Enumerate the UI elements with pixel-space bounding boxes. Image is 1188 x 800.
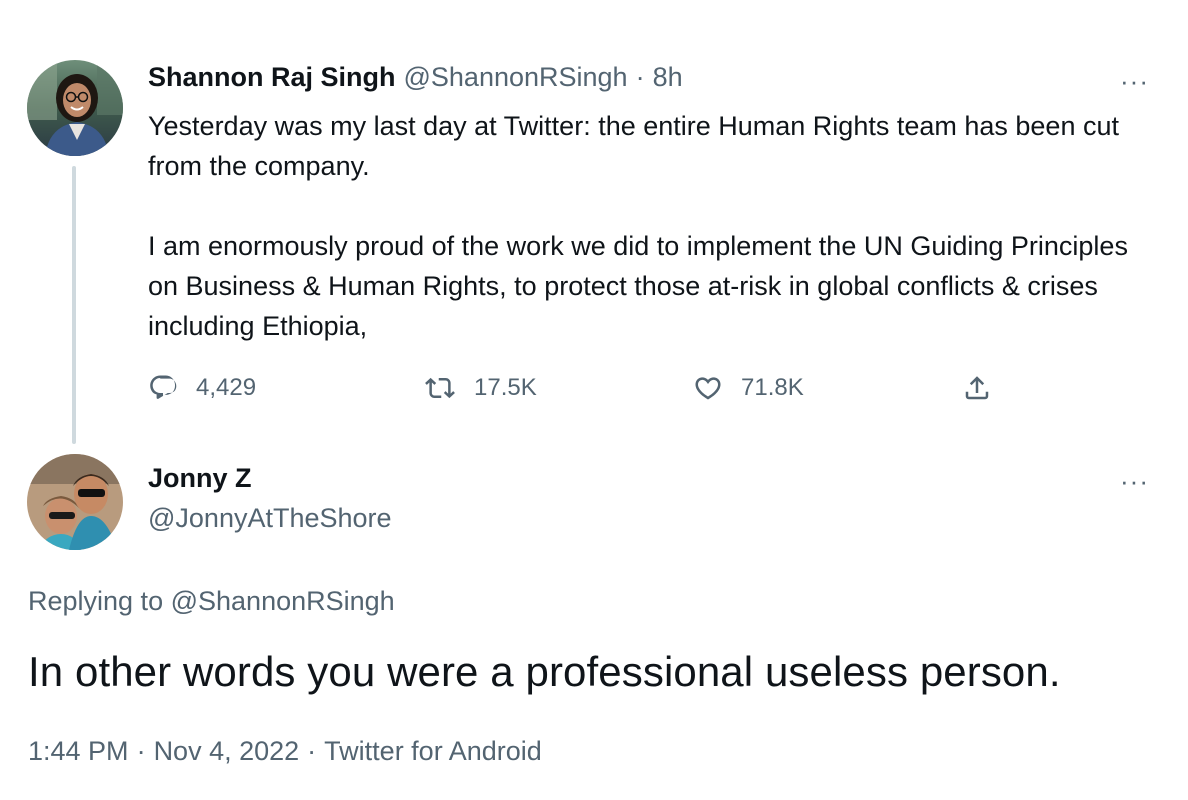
retweet-action[interactable]: 17.5K xyxy=(424,370,537,406)
author-handle[interactable]: @ShannonRSingh xyxy=(404,62,628,93)
replying-to-line: Replying to @ShannonRSingh xyxy=(28,586,395,617)
reply-date[interactable]: Nov 4, 2022 xyxy=(154,736,300,767)
avatar-jonny[interactable] xyxy=(27,454,123,550)
reply-meta-line: 1:44 PM · Nov 4, 2022 · Twitter for Andr… xyxy=(28,736,542,767)
original-tweet-header: Shannon Raj Singh @ShannonRSingh · 8h xyxy=(148,62,683,98)
author-name[interactable]: Shannon Raj Singh xyxy=(148,62,396,93)
meta-separator: · xyxy=(136,736,146,766)
retweet-icon xyxy=(424,373,456,403)
share-icon xyxy=(962,373,992,403)
reply-action[interactable]: 4,429 xyxy=(148,370,256,406)
tweet-paragraph: Yesterday was my last day at Twitter: th… xyxy=(148,111,1119,181)
like-action[interactable]: 71.8K xyxy=(693,370,804,406)
tweet-timestamp[interactable]: 8h xyxy=(653,62,683,93)
reply-time[interactable]: 1:44 PM xyxy=(28,736,129,767)
header-separator: · xyxy=(635,62,645,92)
share-action[interactable] xyxy=(962,370,992,406)
reply-source[interactable]: Twitter for Android xyxy=(324,736,542,767)
retweet-count: 17.5K xyxy=(474,374,537,401)
reply-author-handle[interactable]: @JonnyAtTheShore xyxy=(148,503,392,534)
original-tweet-text: Yesterday was my last day at Twitter: th… xyxy=(148,106,1138,346)
reply-tweet-text: In other words you were a professional u… xyxy=(28,648,1061,695)
replying-to-prefix: Replying to xyxy=(28,586,164,616)
like-count: 71.8K xyxy=(741,374,804,401)
tweet-paragraph: I am enormously proud of the work we did… xyxy=(148,231,1128,341)
avatar-shannon[interactable] xyxy=(27,60,123,156)
more-options-icon[interactable]: ··· xyxy=(1120,468,1149,494)
reply-count: 4,429 xyxy=(196,374,257,401)
meta-separator: · xyxy=(307,736,317,766)
reply-icon xyxy=(148,373,178,403)
thread-connector-line xyxy=(72,166,76,444)
more-options-icon[interactable]: ··· xyxy=(1120,68,1149,94)
reply-author-name[interactable]: Jonny Z xyxy=(148,463,252,494)
heart-icon xyxy=(693,373,723,403)
replying-to-handle[interactable]: @ShannonRSingh xyxy=(171,586,395,616)
